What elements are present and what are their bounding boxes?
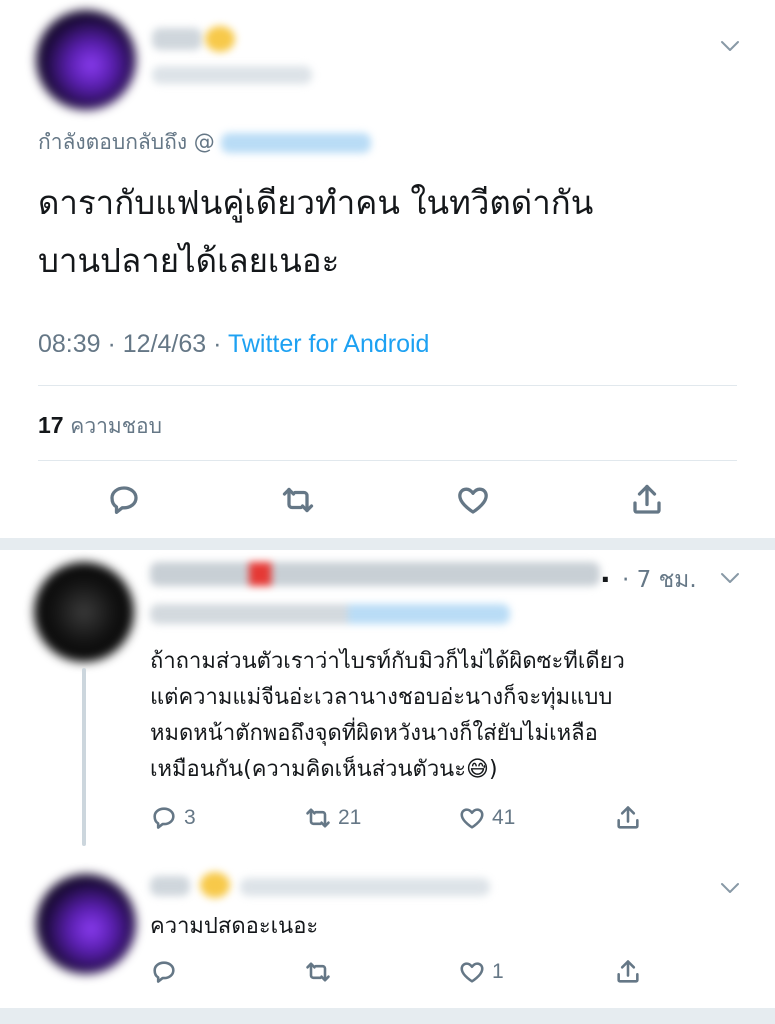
reply-text-line: ถ้าถามส่วนตัวเราว่าไบรท์กับมิวก็ไม่ได้ผิ…: [150, 649, 625, 674]
like-icon: [458, 487, 488, 514]
like-button[interactable]: [455, 482, 491, 518]
tweet-source-link[interactable]: Twitter for Android: [228, 330, 429, 358]
avatar[interactable]: [34, 562, 134, 662]
likes-summary[interactable]: 17 ความชอบ: [38, 410, 162, 443]
username-and-time[interactable]: [240, 878, 490, 896]
tweet-text-line: บานปลายได้เลยเนอะ: [38, 241, 340, 280]
retweet-icon: [306, 962, 330, 982]
share-button[interactable]: [614, 804, 642, 832]
section-separator: [0, 538, 775, 550]
tweet-text-line: ดารากับแฟนคู่เดียวทำคน ในทวีตด่ากัน: [38, 183, 594, 222]
replying-to-handle[interactable]: [150, 604, 510, 624]
divider: [38, 385, 737, 386]
tweet-timestamp[interactable]: 08:39 · 12/4/63 ·: [38, 330, 228, 358]
share-icon: [617, 960, 639, 983]
reply-text-line: หมดหน้าตักพอถึงจุดที่ผิดหวังนางก็ใส่ยับไ…: [150, 721, 598, 746]
share-icon: [633, 484, 661, 514]
avatar[interactable]: [36, 874, 136, 974]
retweet-button[interactable]: [280, 482, 316, 518]
retweet-button[interactable]: 21: [304, 804, 361, 832]
share-button[interactable]: [629, 482, 665, 518]
like-count: 1: [492, 960, 504, 983]
reply-button[interactable]: [106, 482, 142, 518]
share-icon: [617, 806, 639, 829]
reply-icon: [110, 486, 138, 514]
reply-button[interactable]: [150, 958, 178, 986]
reply-count: 3: [184, 806, 196, 829]
retweet-button[interactable]: [304, 958, 332, 986]
divider: [38, 460, 737, 461]
chevron-down-icon[interactable]: [718, 876, 742, 900]
emoji-badge-icon: [200, 872, 230, 898]
avatar[interactable]: [36, 10, 136, 110]
reply-icon: [153, 961, 175, 983]
reply-button[interactable]: 3: [150, 804, 196, 832]
display-name[interactable]: [150, 562, 600, 586]
thread-line: [82, 668, 86, 846]
like-count: 41: [492, 806, 516, 829]
like-icon: [460, 808, 484, 829]
username[interactable]: [152, 66, 312, 84]
reply-text: ถ้าถามส่วนตัวเราว่าไบรท์กับมิวก็ไม่ได้ผิ…: [150, 644, 625, 788]
retweet-icon: [306, 808, 330, 828]
replying-to-label: กำลังตอบกลับถึง @: [38, 130, 215, 154]
chevron-down-icon[interactable]: [718, 34, 742, 58]
reply-text-line: เหมือนกัน(ความคิดเห็นส่วนตัวนะ😅): [150, 757, 498, 782]
display-name[interactable]: [152, 28, 202, 50]
reply-text: ความปสดอะเนอะ: [150, 914, 319, 939]
likes-label: ความชอบ: [70, 414, 162, 438]
emoji-badge-icon: [205, 26, 235, 52]
like-icon: [460, 962, 484, 983]
replying-to-handle[interactable]: [221, 133, 372, 153]
tweet-dot: .: [600, 556, 611, 589]
reply-icon: [153, 807, 175, 829]
tweet-text: ดารากับแฟนคู่เดียวทำคน ในทวีตด่ากัน บานป…: [38, 174, 593, 290]
like-button[interactable]: 1: [458, 958, 504, 986]
chevron-down-icon[interactable]: [718, 566, 742, 590]
reply-text-line: แต่ความแม่จีนอ่ะเวลานางชอบอ่ะนางก็จะทุ่ม…: [150, 685, 613, 710]
retweet-count: 21: [338, 806, 362, 829]
likes-count: 17: [38, 412, 64, 438]
tweet-timestamp[interactable]: · 7 ชม.: [622, 562, 697, 598]
section-separator: [0, 1008, 775, 1024]
retweet-icon: [282, 487, 314, 513]
share-button[interactable]: [614, 958, 642, 986]
like-button[interactable]: 41: [458, 804, 515, 832]
display-name[interactable]: [150, 876, 190, 896]
